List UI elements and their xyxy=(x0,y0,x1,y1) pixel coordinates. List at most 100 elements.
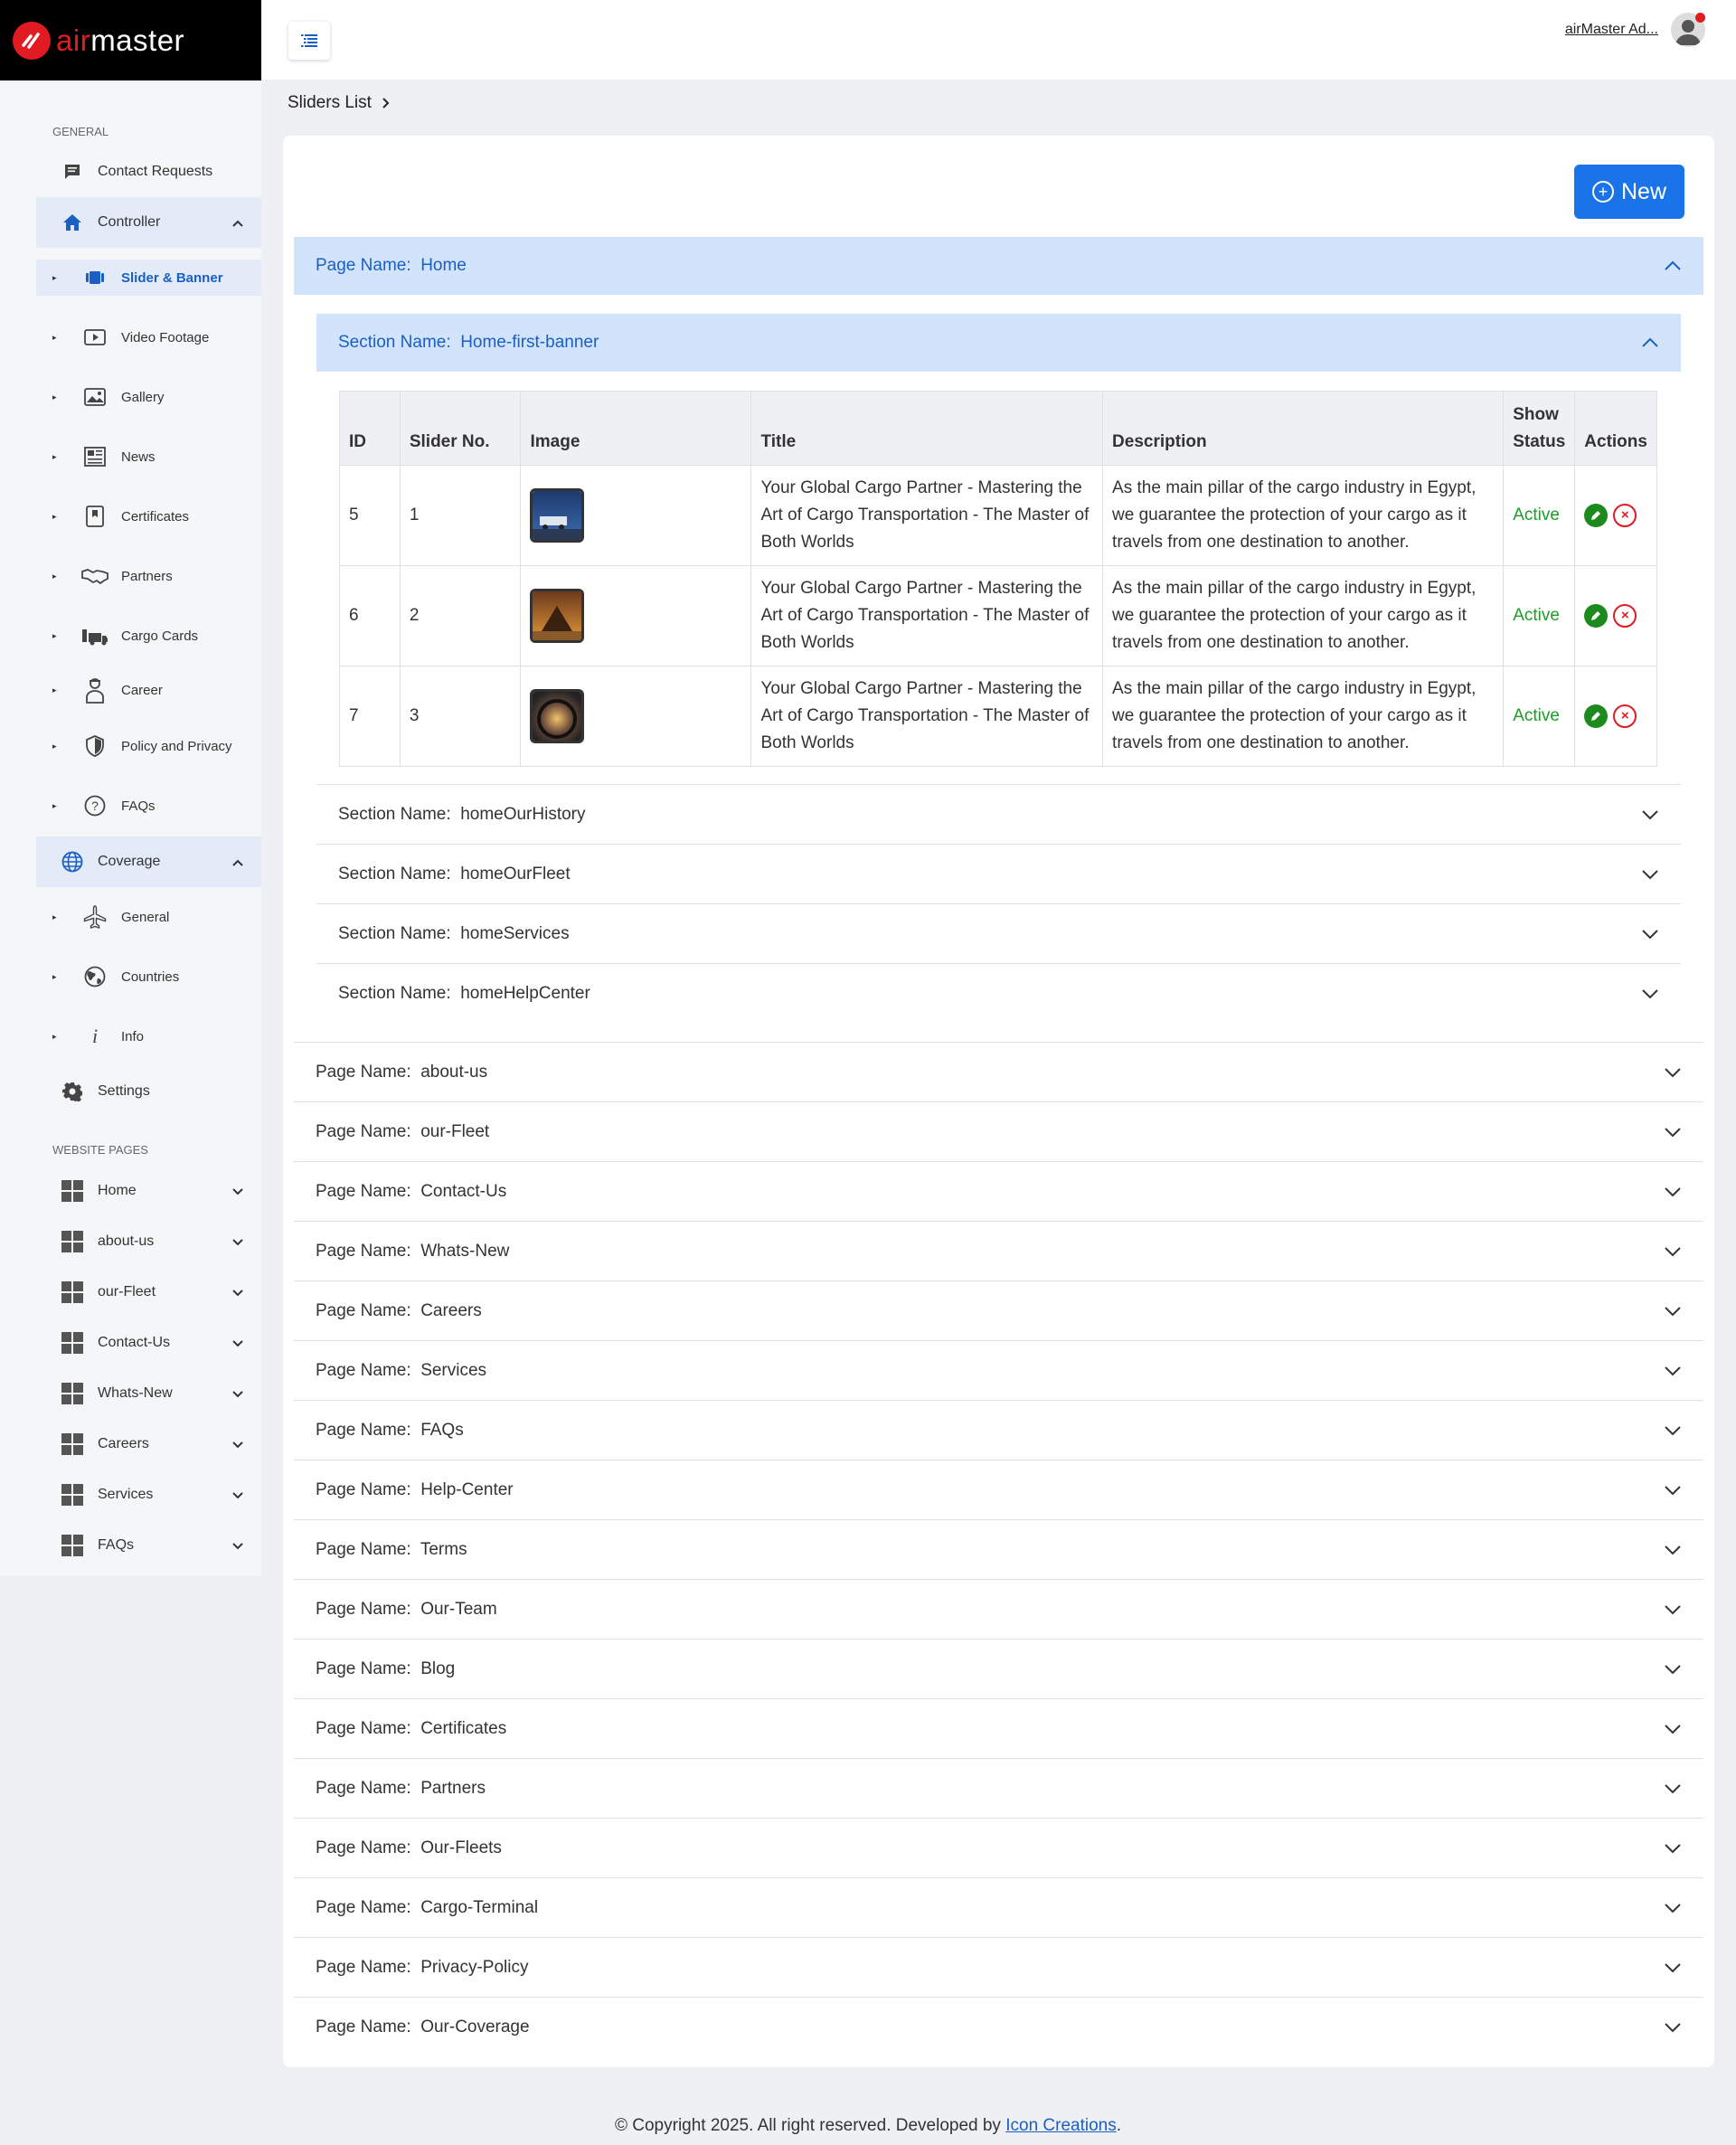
page-row[interactable]: Page Name: Privacy-Policy xyxy=(294,1937,1703,1997)
slider-thumbnail[interactable] xyxy=(530,488,585,543)
brand-logo[interactable]: airmaster xyxy=(0,0,261,80)
breadcrumb-current[interactable]: Sliders List xyxy=(288,93,372,113)
chevron-down-icon xyxy=(1665,1127,1681,1137)
col-image[interactable]: Image xyxy=(520,391,752,466)
sidebar-item-label: Controller xyxy=(98,214,161,230)
col-id[interactable]: ID xyxy=(339,391,401,466)
sidebar-item-label: General xyxy=(121,909,170,925)
sidebar-item-partners[interactable]: ▸ Partners xyxy=(36,558,261,594)
page-row[interactable]: Page Name: Our-Fleets xyxy=(294,1818,1703,1877)
page-row[interactable]: Page Name: about-us xyxy=(294,1042,1703,1101)
sidebar-item-label: Services xyxy=(98,1487,154,1502)
user-name-link[interactable]: airMaster Ad... xyxy=(1565,22,1658,38)
page-row[interactable]: Page Name: Our-Team xyxy=(294,1579,1703,1639)
page-row[interactable]: Page Name: Certificates xyxy=(294,1698,1703,1758)
cell-image xyxy=(520,565,752,666)
cell-description: As the main pillar of the cargo industry… xyxy=(1102,565,1505,666)
sidebar-page-services[interactable]: Services xyxy=(36,1469,261,1520)
col-show-status[interactable]: Show Status xyxy=(1503,391,1576,466)
bullet-icon: ▸ xyxy=(52,741,57,751)
page-row[interactable]: Page Name: Our-Coverage xyxy=(294,1997,1703,2056)
chevron-down-icon xyxy=(1665,1664,1681,1674)
new-button[interactable]: + New xyxy=(1574,165,1684,219)
sidebar-page-careers[interactable]: Careers xyxy=(36,1419,261,1469)
sidebar-item-coverage[interactable]: Coverage xyxy=(36,836,261,887)
sliders-card: + New Page Name: Home Section Name: Home… xyxy=(283,136,1714,2067)
sidebar-page-contact-us[interactable]: Contact-Us xyxy=(36,1318,261,1368)
sidebar-page-home[interactable]: Home xyxy=(36,1166,261,1216)
sidebar-item-label: Info xyxy=(121,1028,145,1044)
globe-icon xyxy=(60,849,85,874)
footer-link[interactable]: Icon Creations xyxy=(1005,2116,1117,2135)
table-row: 7 3 Your Global Cargo Partner - Masterin… xyxy=(339,666,1657,767)
svg-text:?: ? xyxy=(91,798,99,813)
sidebar-item-gallery[interactable]: ▸ Gallery xyxy=(36,379,261,415)
bullet-icon: ▸ xyxy=(52,272,57,282)
bullet-icon: ▸ xyxy=(52,451,57,461)
slider-thumbnail[interactable] xyxy=(530,589,585,643)
table-row: 5 1 Your Global Cargo Partner - Masterin… xyxy=(339,465,1657,566)
sidebar-item-label: Cargo Cards xyxy=(121,628,199,644)
sidebar-item-info[interactable]: ▸ i Info xyxy=(36,1018,261,1054)
page-row[interactable]: Page Name: Help-Center xyxy=(294,1460,1703,1519)
page-row[interactable]: Page Name: Blog xyxy=(294,1639,1703,1698)
section-row-home-services[interactable]: Section Name: homeServices xyxy=(316,903,1681,963)
sidebar-item-certificates[interactable]: ▸ Certificates xyxy=(36,498,261,534)
delete-icon[interactable]: × xyxy=(1613,504,1637,527)
sidebar-item-news[interactable]: ▸ News xyxy=(36,439,261,475)
sidebar-item-policy-privacy[interactable]: ▸ Policy and Privacy xyxy=(36,728,261,764)
page-row[interactable]: Page Name: Terms xyxy=(294,1519,1703,1579)
sidebar-item-coverage-general[interactable]: ▸ General xyxy=(36,899,261,935)
delete-icon[interactable]: × xyxy=(1613,604,1637,628)
sidebar-item-career[interactable]: ▸ Career xyxy=(36,672,261,708)
gallery-icon xyxy=(81,384,108,410)
menu-toggle-button[interactable] xyxy=(288,22,330,60)
chevron-down-icon xyxy=(1642,929,1658,939)
chevron-down-icon xyxy=(1665,2022,1681,2032)
sidebar-item-slider-banner[interactable]: ▸ Slider & Banner xyxy=(36,260,261,296)
chevron-down-icon xyxy=(1642,809,1658,819)
sidebar-item-settings[interactable]: Settings xyxy=(36,1066,261,1117)
sidebar-page-faqs[interactable]: FAQs xyxy=(36,1520,261,1571)
sidebar-item-cargo-cards[interactable]: ▸ Cargo Cards xyxy=(36,618,261,654)
delete-icon[interactable]: × xyxy=(1613,704,1637,728)
col-title[interactable]: Title xyxy=(750,391,1104,466)
sidebar-item-controller[interactable]: Controller xyxy=(36,197,261,248)
chevron-down-icon xyxy=(1665,1067,1681,1077)
sidebar-item-countries[interactable]: ▸ Countries xyxy=(36,959,261,995)
bullet-icon: ▸ xyxy=(52,800,57,810)
sidebar-item-label: Settings xyxy=(98,1083,150,1099)
section-row-home-first-banner[interactable]: Section Name: Home-first-banner xyxy=(316,314,1681,372)
edit-icon[interactable] xyxy=(1584,504,1609,527)
page-row[interactable]: Page Name: Contact-Us xyxy=(294,1161,1703,1221)
sidebar-page-our-fleet[interactable]: our-Fleet xyxy=(36,1267,261,1318)
chevron-down-icon xyxy=(232,1386,243,1401)
page-row[interactable]: Page Name: Careers xyxy=(294,1280,1703,1340)
sidebar-item-video-footage[interactable]: ▸ Video Footage xyxy=(36,319,261,355)
chevron-up-icon xyxy=(1642,337,1658,347)
section-row-home-our-history[interactable]: Section Name: homeOurHistory xyxy=(316,784,1681,844)
edit-icon[interactable] xyxy=(1584,704,1609,728)
page-row[interactable]: Page Name: Services xyxy=(294,1340,1703,1400)
col-slider-no[interactable]: Slider No. xyxy=(399,391,522,466)
page-row[interactable]: Page Name: Whats-New xyxy=(294,1221,1703,1280)
slider-thumbnail[interactable] xyxy=(530,689,585,743)
page-row[interactable]: Page Name: Partners xyxy=(294,1758,1703,1818)
section-row-home-help-center[interactable]: Section Name: homeHelpCenter xyxy=(316,963,1681,1023)
col-description[interactable]: Description xyxy=(1102,391,1505,466)
edit-icon[interactable] xyxy=(1584,604,1609,628)
bullet-icon: ▸ xyxy=(52,571,57,581)
sidebar-item-contact-requests[interactable]: Contact Requests xyxy=(36,146,261,197)
section-row-home-our-fleet[interactable]: Section Name: homeOurFleet xyxy=(316,844,1681,903)
page-row[interactable]: Page Name: our-Fleet xyxy=(294,1101,1703,1161)
page-row-label: Page Name: Whats-New xyxy=(316,1241,510,1261)
sidebar-item-faqs[interactable]: ▸ ? FAQs xyxy=(36,788,261,824)
page-row-home[interactable]: Page Name: Home xyxy=(294,237,1703,295)
page-row[interactable]: Page Name: Cargo-Terminal xyxy=(294,1877,1703,1937)
grid-icon xyxy=(60,1280,85,1305)
sidebar-page-about-us[interactable]: about-us xyxy=(36,1216,261,1267)
cell-id: 6 xyxy=(339,565,401,666)
sidebar-item-label: News xyxy=(121,449,156,465)
sidebar-page-whats-new[interactable]: Whats-New xyxy=(36,1368,261,1419)
page-row[interactable]: Page Name: FAQs xyxy=(294,1400,1703,1460)
